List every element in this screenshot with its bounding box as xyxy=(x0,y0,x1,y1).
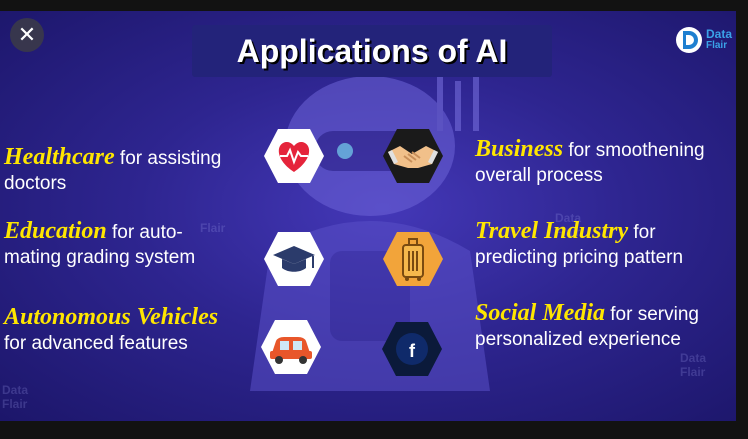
brand-logo: Data Flair xyxy=(674,25,732,55)
suitcase-icon xyxy=(383,232,443,286)
facebook-icon: f xyxy=(382,319,442,379)
vehicles-heading: Autonomous Vehicles xyxy=(4,304,219,330)
watermark-bottom-left: Data Flair xyxy=(2,383,29,411)
brand-logo-text: Data Flair xyxy=(705,27,732,51)
watermark-center-left: Flair xyxy=(200,221,226,235)
social-heading: Social Media xyxy=(475,300,605,326)
watermark-bottom-right: Data Flair xyxy=(680,351,707,379)
social-text-1: for serving xyxy=(605,304,699,325)
social-text-2: personalized experience xyxy=(475,329,681,350)
healthcare-text-1: for assisting xyxy=(114,148,222,169)
item-business: Business for smoothening overall process xyxy=(475,137,736,188)
heart-pulse-icon xyxy=(264,129,324,183)
close-button[interactable]: ✕ xyxy=(10,18,44,52)
car-icon xyxy=(261,320,321,374)
item-travel-industry: Travel Industry for predicting pricing p… xyxy=(475,219,683,270)
item-healthcare: Healthcare for assisting doctors xyxy=(4,145,221,196)
education-text-2: mating grading system xyxy=(4,247,196,268)
item-social-media: Social Media for serving personalized ex… xyxy=(475,301,699,352)
education-text-1: for auto- xyxy=(106,222,183,243)
education-heading: Education xyxy=(4,218,107,244)
page-title: Applications of AI xyxy=(236,32,508,69)
vehicles-text-2: for advanced features xyxy=(4,333,188,354)
travel-heading: Travel Industry xyxy=(475,218,629,244)
business-heading: Business xyxy=(475,136,564,162)
title-banner: Applications of AI xyxy=(192,25,552,77)
travel-text-1: for xyxy=(628,222,656,243)
healthcare-text-2: doctors xyxy=(4,173,67,194)
graduation-cap-icon xyxy=(264,232,324,286)
item-education: Education for auto- mating grading syste… xyxy=(4,219,195,270)
handshake-icon xyxy=(383,129,443,183)
healthcare-heading: Healthcare xyxy=(4,144,115,170)
facebook-letter: f xyxy=(409,340,415,361)
business-text-1: for smoothening xyxy=(563,140,705,161)
dataflair-logo-icon xyxy=(675,27,702,53)
business-text-2: overall process xyxy=(475,165,603,186)
item-autonomous-vehicles: Autonomous Vehicles for advanced feature… xyxy=(4,305,218,356)
travel-text-2: predicting pricing pattern xyxy=(475,247,684,268)
image-frame: DataFlair Flair Flair DataFlair DataFlai… xyxy=(0,11,736,421)
